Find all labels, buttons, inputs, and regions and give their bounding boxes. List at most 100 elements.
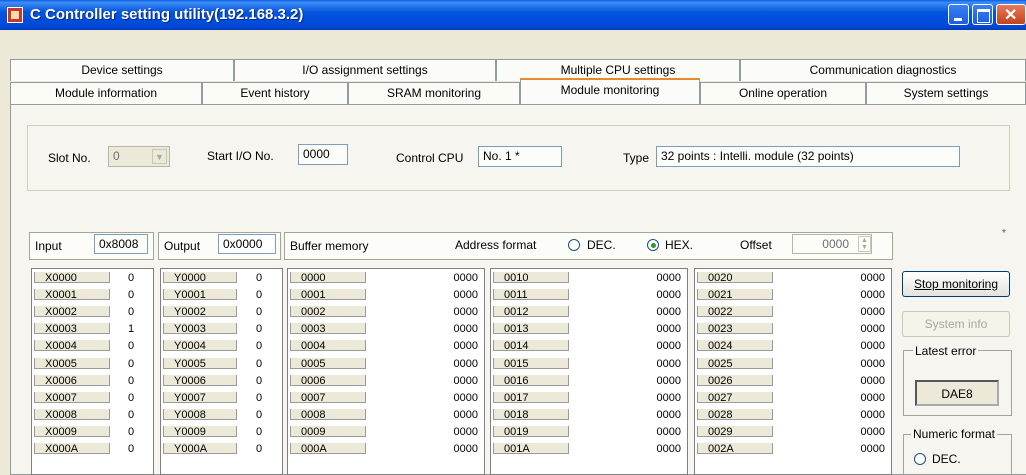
table-row: X0005 0 [32, 357, 154, 370]
address-cell: Y0009 [163, 425, 237, 438]
value-cell: 0 [127, 306, 135, 319]
table-row: Y0008 0 [161, 408, 283, 421]
value-cell: 0000 [656, 357, 681, 370]
table-row: Y0006 0 [161, 374, 283, 387]
table-row: X000A 0 [32, 443, 154, 455]
tab-system-settings[interactable]: System settings [866, 82, 1026, 104]
table-row: 0023 0000 [695, 323, 891, 335]
tab-module-monitoring[interactable]: Module monitoring [520, 78, 700, 104]
input-label: Input [35, 239, 62, 253]
address-cell: X0008 [34, 408, 110, 421]
value-cell: 0000 [656, 391, 681, 404]
system-info-button[interactable]: System info [902, 311, 1010, 337]
value-cell: 0 [127, 272, 135, 284]
value-cell: 0000 [860, 306, 885, 319]
tab-sram-monitoring[interactable]: SRAM monitoring [348, 82, 520, 104]
table-row: 0012 0000 [491, 306, 687, 318]
table-row: 0011 0000 [491, 289, 687, 301]
table-row: Y0005 0 [161, 357, 283, 370]
value-cell: 0 [255, 340, 263, 353]
value-cell: 0000 [453, 289, 478, 302]
type-label: Type [623, 151, 650, 165]
table-row: 0002 0000 [288, 306, 484, 318]
value-cell: 0 [127, 289, 135, 302]
table-row: 0006 0000 [288, 374, 484, 387]
app-icon [7, 7, 23, 23]
address-cell: Y0008 [163, 408, 237, 421]
value-cell: 0000 [860, 340, 885, 353]
table-row: 0025 0000 [695, 357, 891, 370]
start-io-label: Start I/O No. [207, 149, 274, 163]
value-cell: 0000 [860, 425, 885, 438]
control-cpu-field: No. 1 * [478, 146, 562, 167]
address-cell: Y0001 [163, 289, 237, 301]
value-cell: 0000 [860, 272, 885, 284]
value-cell: 0 [127, 443, 135, 455]
value-cell: 0000 [453, 306, 478, 319]
address-cell: X0009 [34, 425, 110, 438]
address-dec-label: DEC. [587, 238, 616, 252]
value-cell: 0 [255, 289, 263, 302]
spin-down-icon: ▼ [861, 244, 868, 251]
slot-select[interactable]: 0 ▼ [108, 146, 170, 167]
table-row: X0008 0 [32, 408, 154, 421]
table-row: Y0002 0 [161, 306, 283, 318]
table-row: Y000A 0 [161, 443, 283, 455]
value-cell: 0000 [453, 340, 478, 353]
value-cell: 0 [255, 443, 263, 455]
table-row: 0000 0000 [288, 272, 484, 284]
tab-online-operation[interactable]: Online operation [700, 82, 866, 104]
address-cell: Y0004 [163, 340, 237, 352]
address-cell: X0005 [34, 357, 110, 370]
latest-error-label: Latest error [913, 343, 979, 359]
table-row: 0016 0000 [491, 374, 687, 387]
address-hex-label: HEX. [665, 238, 694, 252]
stop-monitoring-button[interactable]: Stop monitoring [902, 271, 1010, 297]
address-dec-radio[interactable] [568, 239, 580, 251]
address-cell: 0023 [697, 323, 773, 335]
table-row: X0007 0 [32, 391, 154, 404]
address-cell: 0003 [290, 323, 366, 335]
output-table: Y0000 0 Y0001 0 Y0002 0 Y0003 0 Y0004 0 Y0005 0 Y000… [160, 268, 283, 475]
table-row: 0009 0000 [288, 425, 484, 438]
tab-event-history[interactable]: Event history [202, 82, 348, 104]
tab-communication-diagnostics[interactable]: Communication diagnostics [740, 59, 1026, 81]
maximize-button[interactable] [972, 4, 993, 25]
value-cell: 0 [255, 272, 263, 284]
value-cell: 0000 [656, 443, 681, 455]
control-cpu-label: Control CPU [396, 151, 464, 165]
output-value: 0x0000 [218, 234, 276, 254]
address-hex-radio[interactable] [647, 239, 659, 251]
value-cell: 0 [255, 425, 263, 438]
offset-label: Offset [740, 238, 772, 252]
window-title: C Controller setting utility(192.168.3.2… [30, 6, 304, 23]
tab-io-assignment-settings[interactable]: I/O assignment settings [234, 59, 496, 81]
table-row: Y0003 0 [161, 323, 283, 335]
table-row: 0004 0000 [288, 340, 484, 352]
table-row: 0005 0000 [288, 357, 484, 370]
offset-spinner[interactable]: ▲ ▼ [858, 236, 871, 252]
buffer-table-2: 0010 0000 0011 0000 0012 0000 0013 0000 0014 0000… [490, 268, 688, 475]
table-row: 0024 0000 [695, 340, 891, 352]
address-cell: 0019 [493, 425, 569, 438]
table-row: Y0001 0 [161, 289, 283, 301]
value-cell: 0000 [656, 340, 681, 353]
address-cell: 0024 [697, 340, 773, 352]
table-row: X0006 0 [32, 374, 154, 387]
close-button[interactable] [996, 4, 1026, 25]
address-cell: X0003 [34, 323, 110, 335]
tab-module-information[interactable]: Module information [10, 82, 202, 104]
value-cell: 0000 [860, 323, 885, 336]
tab-device-settings[interactable]: Device settings [10, 59, 234, 81]
value-cell: 0 [255, 391, 263, 404]
buffer-table-1: 0000 0000 0001 0000 0002 0000 0003 0000 0004 0000… [287, 268, 485, 475]
slot-label: Slot No. [48, 151, 91, 165]
address-cell: Y0007 [163, 391, 237, 404]
numeric-dec-radio[interactable] [914, 453, 926, 465]
address-cell: Y0005 [163, 357, 237, 370]
table-row: 0003 0000 [288, 323, 484, 335]
minimize-button[interactable] [948, 4, 969, 25]
table-row: 001A 0000 [491, 443, 687, 455]
address-cell: 0007 [290, 391, 366, 404]
value-cell: 0000 [453, 374, 478, 387]
